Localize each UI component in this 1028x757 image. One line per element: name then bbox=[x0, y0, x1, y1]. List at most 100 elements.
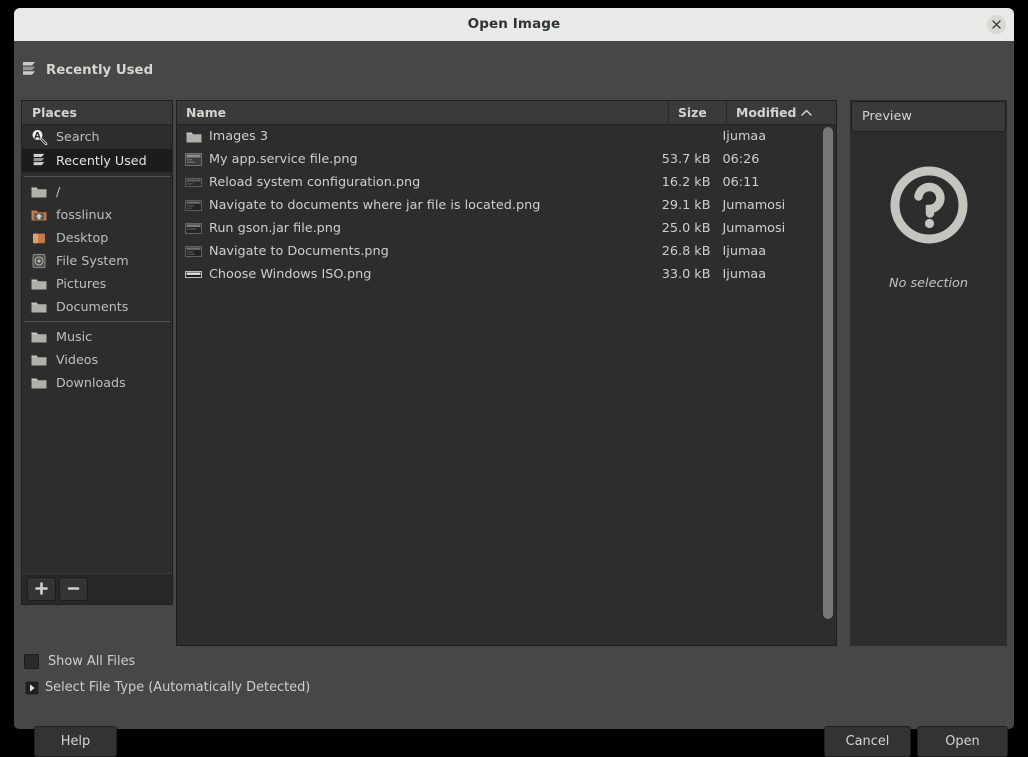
file-size: 29.1 kB bbox=[661, 198, 711, 213]
sidebar-item-label: / bbox=[56, 184, 61, 199]
recently-used-icon bbox=[21, 61, 37, 79]
file-name: My app.service file.png bbox=[209, 152, 358, 167]
folder-icon bbox=[30, 328, 48, 346]
search-icon: A bbox=[30, 128, 48, 146]
image-icon bbox=[185, 199, 202, 213]
places-header-label: Places bbox=[32, 105, 77, 120]
file-list-scrollbar[interactable] bbox=[820, 125, 836, 645]
file-name: Navigate to documents where jar file is … bbox=[209, 198, 541, 213]
expander-icon[interactable] bbox=[24, 680, 39, 695]
file-name-cell: Run gson.jar file.png bbox=[177, 221, 657, 236]
table-row[interactable]: Choose Windows ISO.png 33.0 kB Ijumaa bbox=[177, 263, 820, 286]
table-row[interactable]: Run gson.jar file.png 25.0 kB Jumamosi bbox=[177, 217, 820, 240]
dialog-body: Recently Used Places A Search Recently U… bbox=[14, 41, 1014, 757]
file-name: Navigate to Documents.png bbox=[209, 244, 389, 259]
table-row[interactable]: Navigate to documents where jar file is … bbox=[177, 194, 820, 217]
sidebar-item-label: fosslinux bbox=[56, 207, 113, 222]
sidebar-item-label: Search bbox=[56, 129, 100, 144]
show-all-files-checkbox[interactable] bbox=[24, 654, 39, 669]
sidebar-item-videos[interactable]: Videos bbox=[22, 348, 172, 371]
places-header: Places bbox=[22, 101, 172, 125]
sidebar-item-desktop[interactable]: Desktop bbox=[22, 226, 172, 249]
file-name: Run gson.jar file.png bbox=[209, 221, 342, 236]
folder-icon bbox=[30, 298, 48, 316]
sidebar-divider bbox=[24, 321, 170, 322]
minus-icon bbox=[67, 580, 80, 599]
column-header-name-label: Name bbox=[186, 105, 227, 120]
sidebar-divider bbox=[24, 176, 170, 177]
preview-header-label: Preview bbox=[862, 109, 912, 124]
image-icon bbox=[185, 245, 202, 259]
column-header-size-label: Size bbox=[678, 105, 707, 120]
sidebar-item-downloads[interactable]: Downloads bbox=[22, 371, 172, 394]
location-label: Recently Used bbox=[46, 63, 154, 78]
sidebar-item-file-system[interactable]: File System bbox=[22, 249, 172, 272]
file-list-header: Name Size Modified bbox=[177, 101, 836, 125]
file-name: Images 3 bbox=[209, 129, 268, 144]
image-icon bbox=[185, 222, 202, 236]
sidebar-item-label: Videos bbox=[56, 352, 99, 367]
chevron-up-icon bbox=[801, 109, 813, 117]
table-row[interactable]: Navigate to Documents.png 26.8 kB Ijumaa bbox=[177, 240, 820, 263]
sidebar-item-label: Downloads bbox=[56, 375, 126, 390]
remove-place-button[interactable] bbox=[59, 577, 88, 601]
sidebar-item-label: Music bbox=[56, 329, 93, 344]
file-name-cell: Reload system configuration.png bbox=[177, 175, 657, 190]
preview-caption: No selection bbox=[889, 276, 968, 291]
open-button[interactable]: Open bbox=[917, 726, 1008, 757]
table-row[interactable]: My app.service file.png 53.7 kB 06:26 bbox=[177, 148, 820, 171]
file-name-cell: My app.service file.png bbox=[177, 152, 657, 167]
column-header-name[interactable]: Name bbox=[177, 101, 669, 124]
column-header-modified[interactable]: Modified bbox=[727, 101, 836, 124]
svg-text:A: A bbox=[34, 131, 41, 141]
table-row[interactable]: Reload system configuration.png 16.2 kB … bbox=[177, 171, 820, 194]
disk-icon bbox=[30, 252, 48, 270]
table-row[interactable]: Images 3 Ijumaa bbox=[177, 125, 820, 148]
sidebar-item-pictures[interactable]: Pictures bbox=[22, 272, 172, 295]
column-header-modified-label: Modified bbox=[736, 105, 797, 120]
image-icon bbox=[185, 268, 202, 282]
sidebar-item-music[interactable]: Music bbox=[22, 325, 172, 348]
location-bar: Recently Used bbox=[14, 41, 1014, 90]
select-file-type-label: Select File Type (Automatically Detected… bbox=[45, 680, 311, 695]
open-image-dialog: Open Image Recently Used Places A Search… bbox=[0, 0, 1028, 757]
file-modified: 06:26 bbox=[722, 152, 760, 167]
question-mark-icon bbox=[889, 165, 969, 249]
sidebar-item-search[interactable]: A Search bbox=[22, 125, 172, 148]
file-list-rows: Images 3 Ijumaa My app.service file.png … bbox=[177, 125, 820, 645]
column-header-size[interactable]: Size bbox=[669, 101, 727, 124]
preview-header: Preview bbox=[851, 101, 1006, 132]
cancel-button[interactable]: Cancel bbox=[824, 726, 911, 757]
folder-icon bbox=[30, 275, 48, 293]
help-button[interactable]: Help bbox=[34, 726, 117, 757]
file-name-cell: Navigate to Documents.png bbox=[177, 244, 657, 259]
home-folder-icon bbox=[30, 206, 48, 224]
show-all-files-option[interactable]: Show All Files bbox=[24, 654, 135, 669]
close-icon[interactable] bbox=[987, 15, 1006, 34]
sidebar-item-recently-used[interactable]: Recently Used bbox=[22, 148, 172, 173]
places-sidebar: Places A Search Recently Used / fosslinu… bbox=[21, 100, 173, 605]
file-list: Name Size Modified Images 3 Ijumaa My ap… bbox=[176, 100, 837, 646]
sidebar-item-root[interactable]: / bbox=[22, 180, 172, 203]
file-name-cell: Choose Windows ISO.png bbox=[177, 267, 657, 282]
sidebar-item-fosslinux[interactable]: fosslinux bbox=[22, 203, 172, 226]
image-icon bbox=[185, 153, 202, 167]
file-modified: Jumamosi bbox=[722, 198, 786, 213]
file-name: Reload system configuration.png bbox=[209, 175, 421, 190]
file-size: 25.0 kB bbox=[661, 221, 711, 236]
file-name-cell: Images 3 bbox=[177, 129, 657, 144]
add-place-button[interactable] bbox=[27, 577, 56, 601]
select-file-type-option[interactable]: Select File Type (Automatically Detected… bbox=[24, 680, 310, 695]
file-modified: Jumamosi bbox=[722, 221, 786, 236]
folder-icon bbox=[30, 183, 48, 201]
sidebar-item-label: Desktop bbox=[56, 230, 109, 245]
folder-icon bbox=[30, 374, 48, 392]
plus-icon bbox=[35, 580, 48, 599]
file-name: Choose Windows ISO.png bbox=[209, 267, 372, 282]
file-modified: 06:11 bbox=[722, 175, 760, 190]
file-name-cell: Navigate to documents where jar file is … bbox=[177, 198, 657, 213]
sidebar-item-documents[interactable]: Documents bbox=[22, 295, 172, 318]
file-size: 26.8 kB bbox=[661, 244, 711, 259]
scrollbar-thumb[interactable] bbox=[823, 127, 833, 619]
file-size: 53.7 kB bbox=[661, 152, 711, 167]
